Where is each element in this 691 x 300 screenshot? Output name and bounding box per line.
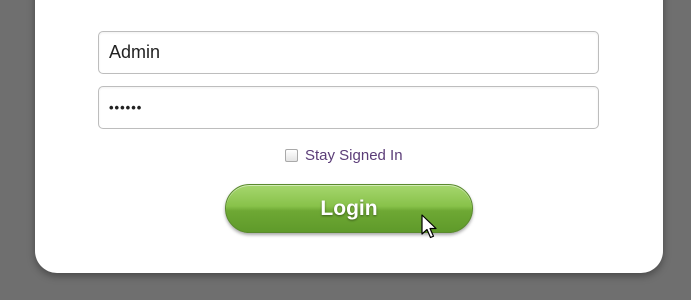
- stay-signed-in-label[interactable]: Stay Signed In: [305, 147, 403, 164]
- password-field[interactable]: [98, 86, 599, 129]
- mouse-pointer-icon: [421, 214, 437, 239]
- username-field[interactable]: [98, 31, 599, 74]
- login-button-label: Login: [320, 196, 378, 220]
- stay-signed-in-checkbox[interactable]: [285, 148, 298, 162]
- stay-signed-in-row[interactable]: Stay Signed In: [285, 145, 403, 165]
